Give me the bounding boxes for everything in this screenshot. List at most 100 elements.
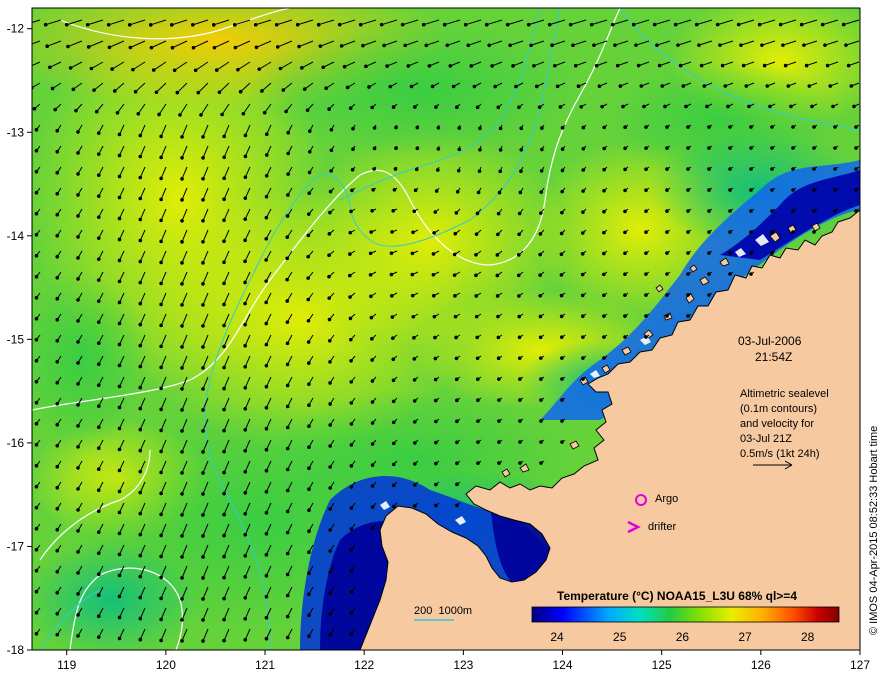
velocity-arrow-head — [285, 530, 290, 535]
velocity-arrow-head — [159, 134, 163, 139]
velocity-arrow-head — [253, 22, 258, 27]
x-axis: 119 120 121 122 123 124 125 126 127 — [57, 650, 870, 672]
velocity-arrow-head — [318, 44, 323, 48]
velocity-arrow-head — [581, 377, 585, 381]
velocity-arrow-head — [618, 84, 623, 88]
velocity-arrow-head — [201, 618, 205, 622]
velocity-arrow-head — [159, 239, 163, 244]
velocity-arrow-head — [34, 169, 39, 174]
velocity-arrow-head — [385, 64, 389, 68]
velocity-arrow-head — [286, 151, 291, 156]
velocity-arrow-head — [243, 638, 248, 642]
velocity-arrow-head — [264, 194, 269, 199]
velocity-arrow-head — [201, 239, 205, 244]
velocity-arrow-head — [76, 466, 80, 470]
velocity-arrow-head — [348, 273, 352, 278]
velocity-arrow-head — [455, 105, 459, 109]
velocity-arrow-head — [328, 486, 332, 490]
velocity-arrow-head — [547, 22, 552, 27]
velocity-arrow-head — [159, 575, 163, 580]
velocity-arrow-head — [222, 218, 226, 222]
velocity-arrow-head — [264, 594, 269, 599]
velocity-arrow-head — [222, 365, 226, 370]
velocity-arrow-head — [285, 425, 290, 430]
velocity-arrow-head — [55, 548, 60, 553]
velocity-arrow-head — [518, 419, 522, 423]
velocity-arrow-head — [539, 440, 543, 444]
velocity-arrow-head — [741, 63, 746, 68]
velocity-arrow-head — [539, 377, 543, 381]
velocity-arrow-head — [518, 377, 522, 381]
velocity-arrow-head — [285, 488, 290, 493]
velocity-arrow-head — [833, 209, 837, 213]
velocity-arrow-head — [623, 146, 627, 151]
velocity-arrow-head — [96, 551, 101, 555]
velocity-arrow-head — [854, 167, 858, 171]
velocity-arrow-head — [538, 273, 542, 277]
velocity-arrow-head — [264, 258, 268, 262]
velocity-arrow-head — [138, 448, 143, 453]
velocity-arrow-head — [393, 167, 398, 171]
velocity-arrow-head — [749, 167, 753, 171]
velocity-arrow-head — [316, 22, 321, 27]
velocity-arrow-head — [434, 419, 438, 424]
velocity-arrow-head — [307, 170, 312, 175]
velocity-arrow-head — [736, 22, 741, 27]
velocity-arrow-head — [412, 399, 417, 403]
velocity-arrow-head — [415, 146, 420, 151]
velocity-arrow-head — [454, 356, 459, 361]
velocity-arrow-head — [180, 282, 184, 286]
velocity-arrow-head — [307, 508, 311, 513]
velocity-arrow-head — [431, 272, 436, 277]
velocity-arrow-head — [516, 253, 521, 257]
velocity-arrow-head — [532, 63, 536, 68]
y-tick-label: -18 — [7, 643, 25, 657]
velocity-arrow-head — [854, 146, 858, 150]
velocity-arrow-head — [34, 421, 39, 426]
velocity-arrow-head — [328, 570, 332, 574]
velocity-arrow-head — [349, 590, 354, 594]
velocity-arrow-head — [539, 169, 544, 173]
velocity-arrow-head — [222, 302, 226, 307]
velocity-arrow-head — [349, 359, 353, 363]
velocity-arrow-head — [328, 381, 332, 385]
velocity-arrow-head — [96, 488, 101, 492]
velocity-arrow-head — [74, 108, 78, 113]
altimetry-line: (0.1m contours) — [740, 403, 817, 415]
velocity-arrow-head — [349, 611, 354, 615]
velocity-arrow-head — [34, 127, 39, 132]
velocity-arrow-head — [222, 428, 226, 433]
velocity-arrow-head — [749, 272, 753, 276]
velocity-arrow-head — [538, 293, 543, 298]
velocity-arrow-head — [337, 22, 342, 27]
velocity-arrow-head — [490, 64, 494, 68]
velocity-arrow-head — [560, 419, 564, 423]
y-tick-label: -17 — [7, 539, 25, 553]
velocity-arrow-head — [539, 419, 543, 423]
velocity-arrow-head — [453, 231, 458, 236]
velocity-arrow-head — [180, 639, 184, 643]
velocity-arrow-head — [201, 534, 205, 538]
velocity-arrow-head — [243, 259, 247, 264]
velocity-arrow-head — [180, 387, 184, 391]
velocity-arrow-head — [264, 321, 269, 326]
velocity-arrow-head — [133, 89, 138, 94]
velocity-arrow-head — [107, 45, 112, 50]
velocity-arrow-head — [433, 210, 438, 214]
velocity-arrow-head — [55, 170, 60, 175]
velocity-arrow-head — [854, 209, 858, 213]
velocity-arrow-head — [96, 593, 101, 597]
velocity-arrow-head — [370, 421, 375, 425]
velocity-arrow-head — [55, 254, 60, 259]
velocity-arrow-head — [369, 230, 373, 234]
velocity-arrow-head — [76, 445, 80, 449]
velocity-arrow-head — [389, 272, 394, 277]
velocity-arrow-head — [159, 365, 163, 370]
velocity-arrow-head — [358, 22, 363, 27]
velocity-arrow-head — [517, 294, 521, 298]
velocity-arrow-head — [307, 191, 312, 195]
velocity-arrow-head — [96, 173, 101, 177]
velocity-arrow-head — [454, 377, 459, 382]
velocity-arrow-head — [71, 87, 76, 92]
velocity-arrow-head — [307, 487, 311, 492]
